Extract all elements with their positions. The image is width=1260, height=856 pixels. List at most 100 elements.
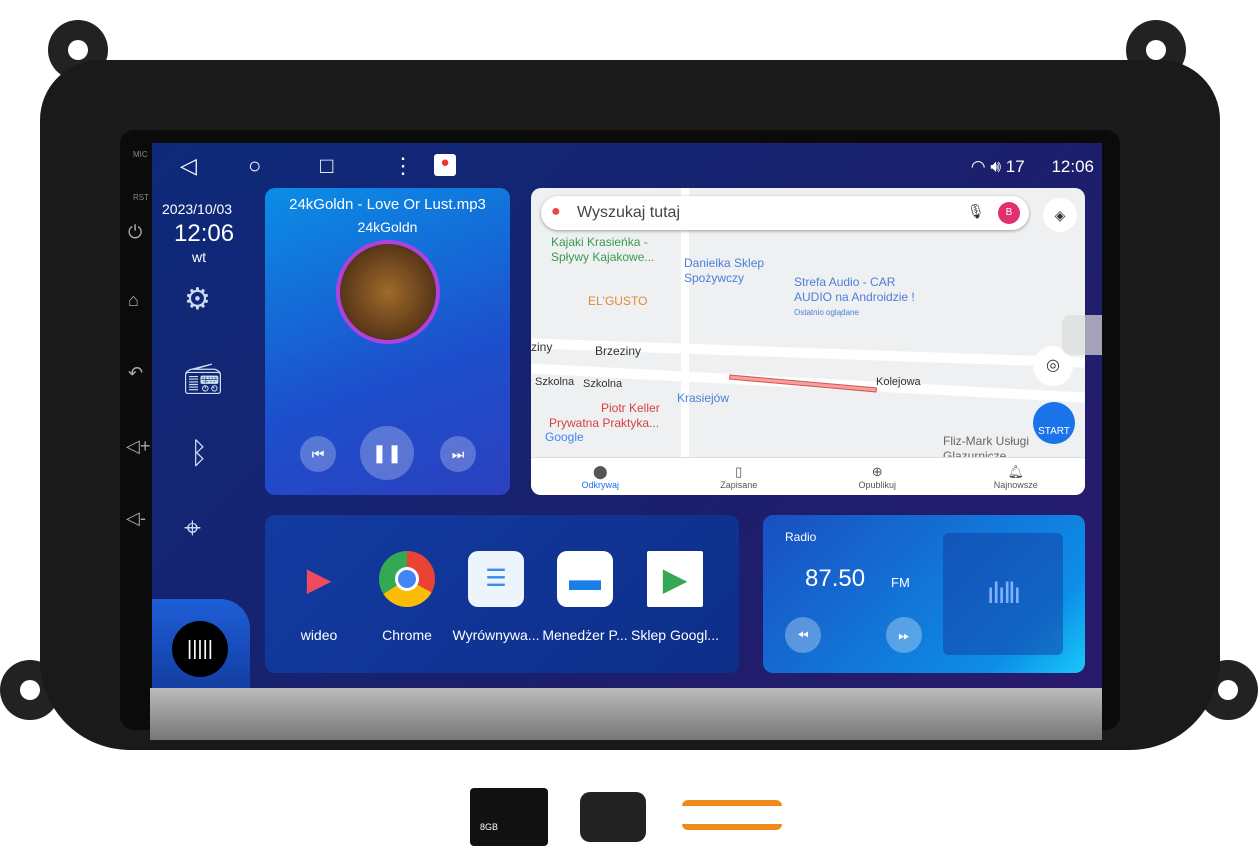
map-label[interactable]: EL'GUSTO	[588, 294, 647, 309]
seek-back-button[interactable]: ⏪︎	[785, 617, 821, 653]
previous-track-button[interactable]: ⏮	[300, 436, 336, 472]
date: 2023/10/03	[162, 201, 233, 217]
map-label[interactable]: Prywatna Praktyka...	[549, 416, 659, 431]
map-label[interactable]: Danielka Sklep	[684, 256, 764, 271]
map-label[interactable]: Strefa Audio - CAR	[794, 275, 895, 290]
sd-card-capacity: 8GB	[480, 822, 499, 832]
tab-opublikuj[interactable]: ⊕ Opublikuj	[808, 458, 947, 495]
weekday: wt	[192, 249, 206, 265]
street-label: Szkolna	[535, 376, 575, 388]
app-equalizer[interactable]: ☰ Wyrównywa...	[451, 551, 541, 643]
app-chrome[interactable]: Chrome	[362, 551, 452, 643]
street-label: ziny	[531, 340, 553, 354]
google-logo: Google	[545, 430, 584, 444]
map-search-bar[interactable]: ● Wyszukaj tutaj 🎙︎ B	[541, 196, 1029, 230]
settings-icon[interactable]: ⚙	[184, 282, 211, 317]
pause-button[interactable]: ❚❚	[360, 426, 414, 480]
wifi-icon: ◠	[970, 157, 986, 176]
track-artist: 24kGoldn	[357, 219, 418, 235]
home-hw-icon[interactable]: ⌂	[128, 290, 139, 311]
layers-button[interactable]: ◈	[1043, 198, 1077, 232]
app-label: Chrome	[382, 627, 432, 643]
map-label[interactable]: Spływy Kajakowe...	[551, 250, 654, 265]
tab-label: Odkrywaj	[581, 480, 619, 490]
tab-label: Najnowsze	[993, 480, 1038, 490]
app-label: Menedżer P...	[542, 627, 628, 643]
app-label: Sklep Googl...	[631, 627, 719, 643]
map-label: Ostatnio oglądane	[794, 308, 859, 317]
screen: ◁ ○ □ ⋮ ● ◠ 🔊︎ 17 12:06 2023/10/03 12:06…	[152, 143, 1102, 688]
sd-card: 8GB	[470, 788, 548, 846]
bluetooth-icon[interactable]: ᛒ	[190, 437, 208, 471]
radio-frequency: 87.50	[805, 565, 866, 592]
app-file-manager[interactable]: ▬ Menedżer P...	[540, 551, 630, 643]
tab-odkrywaj[interactable]: ⬤ Odkrywaj	[531, 458, 670, 495]
clock-time: 12:06	[174, 220, 235, 247]
track-title: 24kGoldn - Love Or Lust.mp3	[289, 196, 486, 213]
add-circle-icon: ⊕	[871, 464, 883, 479]
volume-up-icon[interactable]: ◁+	[126, 436, 150, 457]
music-widget[interactable]: 24kGoldn - Love Or Lust.mp3 24kGoldn ⏮ ❚…	[265, 188, 510, 495]
app-label: Wyrównywa...	[452, 627, 540, 643]
map-label[interactable]: Fliz-Mark Usługi	[943, 434, 1029, 449]
menu-button[interactable]: ⋮	[392, 153, 414, 179]
street-label: Szkolna	[583, 378, 623, 390]
status-bar: ◠ 🔊︎ 17 12:06	[971, 157, 1094, 177]
video-play-icon: ▶	[306, 561, 332, 597]
back-button[interactable]: ◁	[180, 153, 197, 179]
map-label[interactable]: Spożywczy	[684, 271, 744, 286]
map-label[interactable]: Krasiejów	[677, 391, 729, 406]
album-art	[336, 240, 440, 344]
soundwave-icon: |||||	[172, 621, 228, 677]
trim-strip	[150, 688, 1102, 740]
back-hw-icon[interactable]: ↶	[128, 363, 143, 384]
radio-band: FM	[891, 575, 910, 590]
chrome-icon	[379, 551, 435, 607]
floating-assist-handle[interactable]	[1062, 315, 1102, 355]
folder-icon: ▬	[557, 551, 613, 607]
radio-icon[interactable]: 📻︎	[184, 362, 222, 397]
seek-forward-button[interactable]: ⏩︎	[886, 617, 922, 653]
reverse-camera	[580, 792, 646, 842]
tab-najnowsze[interactable]: 🔔︎ Najnowsze	[947, 458, 1086, 495]
left-sidebar: 2023/10/03 12:06 wt ⚙ 📻︎ ᛒ ⌖ |||||	[152, 187, 250, 688]
bell-icon: 🔔︎	[1007, 464, 1024, 479]
location-pin-icon[interactable]: ⌖	[184, 512, 201, 546]
maps-pin-icon: ●	[551, 203, 561, 220]
map-label[interactable]: Kajaki Krasieńka -	[551, 235, 648, 250]
tab-zapisane[interactable]: ▯ Zapisane	[670, 458, 809, 495]
tab-label: Opublikuj	[858, 480, 897, 490]
app-dock: ▶ wideo Chrome ☰ Wyrównywa... ▬ Menedżer P.…	[265, 515, 739, 673]
map-search-input[interactable]: Wyszukaj tutaj	[577, 204, 680, 222]
account-avatar[interactable]: B	[998, 202, 1020, 224]
app-wideo[interactable]: ▶ wideo	[274, 551, 364, 643]
maps-widget[interactable]: ● Wyszukaj tutaj 🎙︎ B ◈ Kajaki Krasieńka…	[531, 188, 1085, 495]
play-store-icon: ▶	[647, 551, 703, 607]
power-icon[interactable]: ⏻	[128, 222, 142, 243]
maps-app-icon[interactable]: ●	[434, 154, 456, 176]
volume-down-icon[interactable]: ◁-	[126, 508, 146, 529]
tab-label: Zapisane	[720, 480, 758, 490]
soundwave-visualizer-icon: ılıllı	[943, 533, 1063, 655]
recents-button[interactable]: □	[320, 153, 333, 179]
volume-icon: 🔊︎	[990, 157, 1002, 176]
rst-label: RST	[133, 193, 149, 202]
next-track-button[interactable]: ⏭	[440, 436, 476, 472]
street-label: Kolejowa	[876, 376, 921, 388]
street-label: Brzeziny	[595, 344, 642, 358]
map-bottom-tabs: ⬤ Odkrywaj ▯ Zapisane ⊕ Opublikuj 🔔︎ Najnows…	[531, 457, 1085, 495]
voice-assistant-button[interactable]: |||||	[152, 599, 250, 688]
app-label: wideo	[300, 627, 338, 643]
trim-removal-tools	[682, 800, 782, 830]
map-label[interactable]: Piotr Keller	[601, 401, 660, 416]
home-button[interactable]: ○	[248, 153, 261, 179]
start-navigation-button[interactable]: START	[1033, 402, 1075, 444]
radio-widget[interactable]: Radio 87.50 FM ⏪︎ ⏩︎ ılıllı	[763, 515, 1085, 673]
explore-pin-icon: ⬤	[592, 464, 608, 479]
status-time: 12:06	[1051, 157, 1094, 176]
microphone-icon[interactable]: 🎙︎	[967, 203, 985, 220]
bookmark-icon: ▯	[735, 464, 743, 479]
app-play-store[interactable]: ▶ Sklep Googl...	[630, 551, 720, 643]
map-label[interactable]: AUDIO na Androidzie !	[794, 290, 915, 305]
equalizer-icon: ☰	[468, 551, 524, 607]
